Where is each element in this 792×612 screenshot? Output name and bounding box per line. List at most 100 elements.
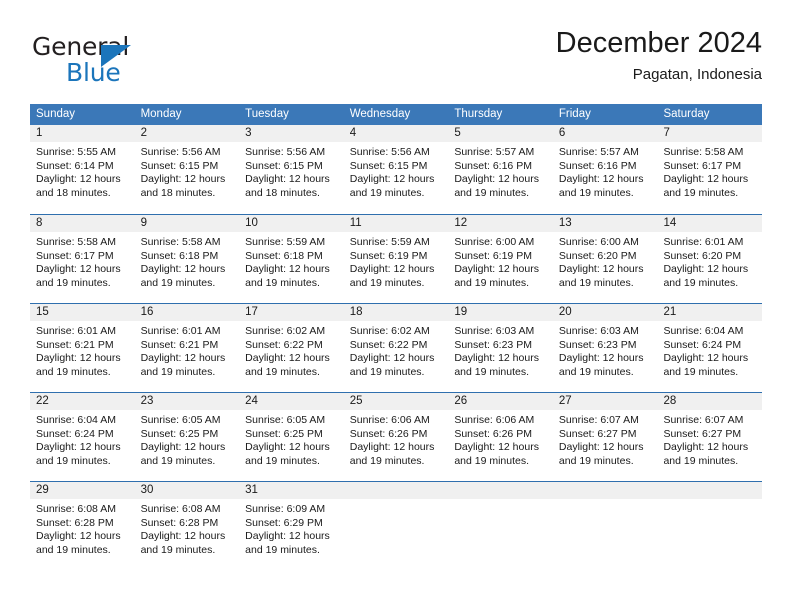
day-cell-30[interactable]: 30 Sunrise: 6:08 AM Sunset: 6:28 PM Dayl… [134,482,240,570]
daylight-text-line2: and 19 minutes. [36,543,111,556]
sunset-text: Sunset: 6:15 PM [349,159,428,172]
day-cell-28[interactable]: 28 Sunrise: 6:07 AM Sunset: 6:27 PM Dayl… [657,393,763,481]
week-row-1: 1 Sunrise: 5:55 AM Sunset: 6:14 PM Dayli… [30,125,763,214]
day-details: Sunrise: 5:56 AM Sunset: 6:15 PM Dayligh… [239,142,344,200]
day-cell-20[interactable]: 20 Sunrise: 6:03 AM Sunset: 6:23 PM Dayl… [552,304,658,392]
day-cell-6[interactable]: 6 Sunrise: 5:57 AM Sunset: 6:16 PM Dayli… [552,125,658,214]
day-cell-25[interactable]: 25 Sunrise: 6:06 AM Sunset: 6:26 PM Dayl… [343,393,449,481]
day-details: Sunrise: 6:06 AM Sunset: 6:26 PM Dayligh… [448,410,553,468]
sunset-text: Sunset: 6:24 PM [663,338,742,351]
week-row-3: 15 Sunrise: 6:01 AM Sunset: 6:21 PM Dayl… [30,303,763,392]
daylight-text-line1: Daylight: 12 hours [245,441,330,454]
sunset-text: Sunset: 6:17 PM [663,159,742,172]
daylight-text-line2: and 19 minutes. [36,365,111,378]
day-cell-29[interactable]: 29 Sunrise: 6:08 AM Sunset: 6:28 PM Dayl… [30,482,135,570]
daylight-text-line1: Daylight: 12 hours [663,352,749,365]
day-details: Sunrise: 6:00 AM Sunset: 6:20 PM Dayligh… [553,232,658,290]
day-cell-12[interactable]: 12 Sunrise: 6:00 AM Sunset: 6:19 PM Dayl… [448,215,553,303]
daylight-text-line1: Daylight: 12 hours [245,263,330,276]
day-details: Sunrise: 6:03 AM Sunset: 6:23 PM Dayligh… [448,321,553,379]
sunset-text: Sunset: 6:21 PM [140,338,219,351]
day-number [552,482,658,499]
daylight-text-line1: Daylight: 12 hours [36,352,121,365]
daylight-text-line2: and 19 minutes. [349,276,425,289]
daylight-text-line2: and 19 minutes. [663,454,739,467]
day-number: 16 [134,304,240,321]
daylight-text-line1: Daylight: 12 hours [349,441,435,454]
sunrise-text: Sunrise: 6:06 AM [454,414,535,426]
day-cell-8[interactable]: 8 Sunrise: 5:58 AM Sunset: 6:17 PM Dayli… [30,215,135,303]
day-cell-24[interactable]: 24 Sunrise: 6:05 AM Sunset: 6:25 PM Dayl… [239,393,344,481]
sunset-text: Sunset: 6:17 PM [36,249,114,262]
weekday-header-wednesday: Wednesday [349,108,411,120]
day-cell-21[interactable]: 21 Sunrise: 6:04 AM Sunset: 6:24 PM Dayl… [657,304,763,392]
sunset-text: Sunset: 6:22 PM [349,338,428,351]
day-number [657,482,763,499]
sunrise-text: Sunrise: 6:02 AM [349,325,430,337]
day-number: 17 [239,304,344,321]
page-header: General Blue December 2024 Pagatan, Indo… [30,26,762,96]
weekday-header-sunday: Sunday [36,108,76,120]
daylight-text-line1: Daylight: 12 hours [558,352,644,365]
sunrise-text: Sunrise: 5:56 AM [140,146,221,158]
sunrise-text: Sunrise: 5:58 AM [140,236,221,248]
daylight-text-line1: Daylight: 12 hours [454,263,539,276]
sunrise-text: Sunrise: 6:04 AM [663,325,744,337]
daylight-text-line2: and 19 minutes. [245,543,320,556]
weekday-header-saturday: Saturday [663,108,710,120]
day-number: 2 [134,125,240,142]
day-number: 6 [552,125,658,142]
daylight-text-line2: and 19 minutes. [454,186,530,199]
day-cell-3[interactable]: 3 Sunrise: 5:56 AM Sunset: 6:15 PM Dayli… [239,125,344,214]
day-cell-13[interactable]: 13 Sunrise: 6:00 AM Sunset: 6:20 PM Dayl… [552,215,658,303]
day-number: 22 [30,393,135,410]
weekday-header-thursday: Thursday [454,108,503,120]
day-cell-2[interactable]: 2 Sunrise: 5:56 AM Sunset: 6:15 PM Dayli… [134,125,240,214]
day-details: Sunrise: 6:01 AM Sunset: 6:20 PM Dayligh… [657,232,762,290]
day-cell-1[interactable]: 1 Sunrise: 5:55 AM Sunset: 6:14 PM Dayli… [30,125,135,214]
sunrise-text: Sunrise: 5:59 AM [245,236,326,248]
day-number [448,482,553,499]
day-cell-27[interactable]: 27 Sunrise: 6:07 AM Sunset: 6:27 PM Dayl… [552,393,658,481]
sunrise-text: Sunrise: 5:58 AM [36,236,116,248]
daylight-text-line2: and 19 minutes. [663,276,739,289]
day-details: Sunrise: 6:07 AM Sunset: 6:27 PM Dayligh… [657,410,762,468]
day-cell-15[interactable]: 15 Sunrise: 6:01 AM Sunset: 6:21 PM Dayl… [30,304,135,392]
sunset-text: Sunset: 6:23 PM [558,338,637,351]
day-details: Sunrise: 6:08 AM Sunset: 6:28 PM Dayligh… [30,499,135,557]
day-number: 4 [343,125,449,142]
day-details: Sunrise: 6:04 AM Sunset: 6:24 PM Dayligh… [657,321,762,379]
day-cell-5[interactable]: 5 Sunrise: 5:57 AM Sunset: 6:16 PM Dayli… [448,125,553,214]
day-cell-11[interactable]: 11 Sunrise: 5:59 AM Sunset: 6:19 PM Dayl… [343,215,449,303]
sunrise-text: Sunrise: 6:03 AM [558,325,639,337]
day-number: 18 [343,304,449,321]
daylight-text-line1: Daylight: 12 hours [140,263,226,276]
day-cell-17[interactable]: 17 Sunrise: 6:02 AM Sunset: 6:22 PM Dayl… [239,304,344,392]
daylight-text-line2: and 19 minutes. [140,276,216,289]
day-cell-19[interactable]: 19 Sunrise: 6:03 AM Sunset: 6:23 PM Dayl… [448,304,553,392]
sunset-text: Sunset: 6:15 PM [140,159,219,172]
day-cell-18[interactable]: 18 Sunrise: 6:02 AM Sunset: 6:22 PM Dayl… [343,304,449,392]
day-number: 13 [552,215,658,232]
day-cell-22[interactable]: 22 Sunrise: 6:04 AM Sunset: 6:24 PM Dayl… [30,393,135,481]
day-cell-10[interactable]: 10 Sunrise: 5:59 AM Sunset: 6:18 PM Dayl… [239,215,344,303]
day-details: Sunrise: 6:01 AM Sunset: 6:21 PM Dayligh… [30,321,135,379]
day-cell-16[interactable]: 16 Sunrise: 6:01 AM Sunset: 6:21 PM Dayl… [134,304,240,392]
day-number: 14 [657,215,763,232]
day-cell-14[interactable]: 14 Sunrise: 6:01 AM Sunset: 6:20 PM Dayl… [657,215,763,303]
daylight-text-line1: Daylight: 12 hours [349,263,435,276]
daylight-text-line2: and 19 minutes. [140,543,216,556]
general-blue-logo[interactable]: General Blue [30,32,220,92]
daylight-text-line1: Daylight: 12 hours [245,530,330,543]
day-cell-4[interactable]: 4 Sunrise: 5:56 AM Sunset: 6:15 PM Dayli… [343,125,449,214]
daylight-text-line2: and 19 minutes. [454,454,530,467]
day-cell-31[interactable]: 31 Sunrise: 6:09 AM Sunset: 6:29 PM Dayl… [239,482,344,570]
day-cell-26[interactable]: 26 Sunrise: 6:06 AM Sunset: 6:26 PM Dayl… [448,393,553,481]
sunrise-text: Sunrise: 5:56 AM [245,146,326,158]
sunrise-text: Sunrise: 5:56 AM [349,146,430,158]
day-cell-23[interactable]: 23 Sunrise: 6:05 AM Sunset: 6:25 PM Dayl… [134,393,240,481]
day-cell-7[interactable]: 7 Sunrise: 5:58 AM Sunset: 6:17 PM Dayli… [657,125,763,214]
daylight-text-line1: Daylight: 12 hours [36,530,121,543]
sunrise-text: Sunrise: 6:07 AM [558,414,639,426]
day-cell-9[interactable]: 9 Sunrise: 5:58 AM Sunset: 6:18 PM Dayli… [134,215,240,303]
